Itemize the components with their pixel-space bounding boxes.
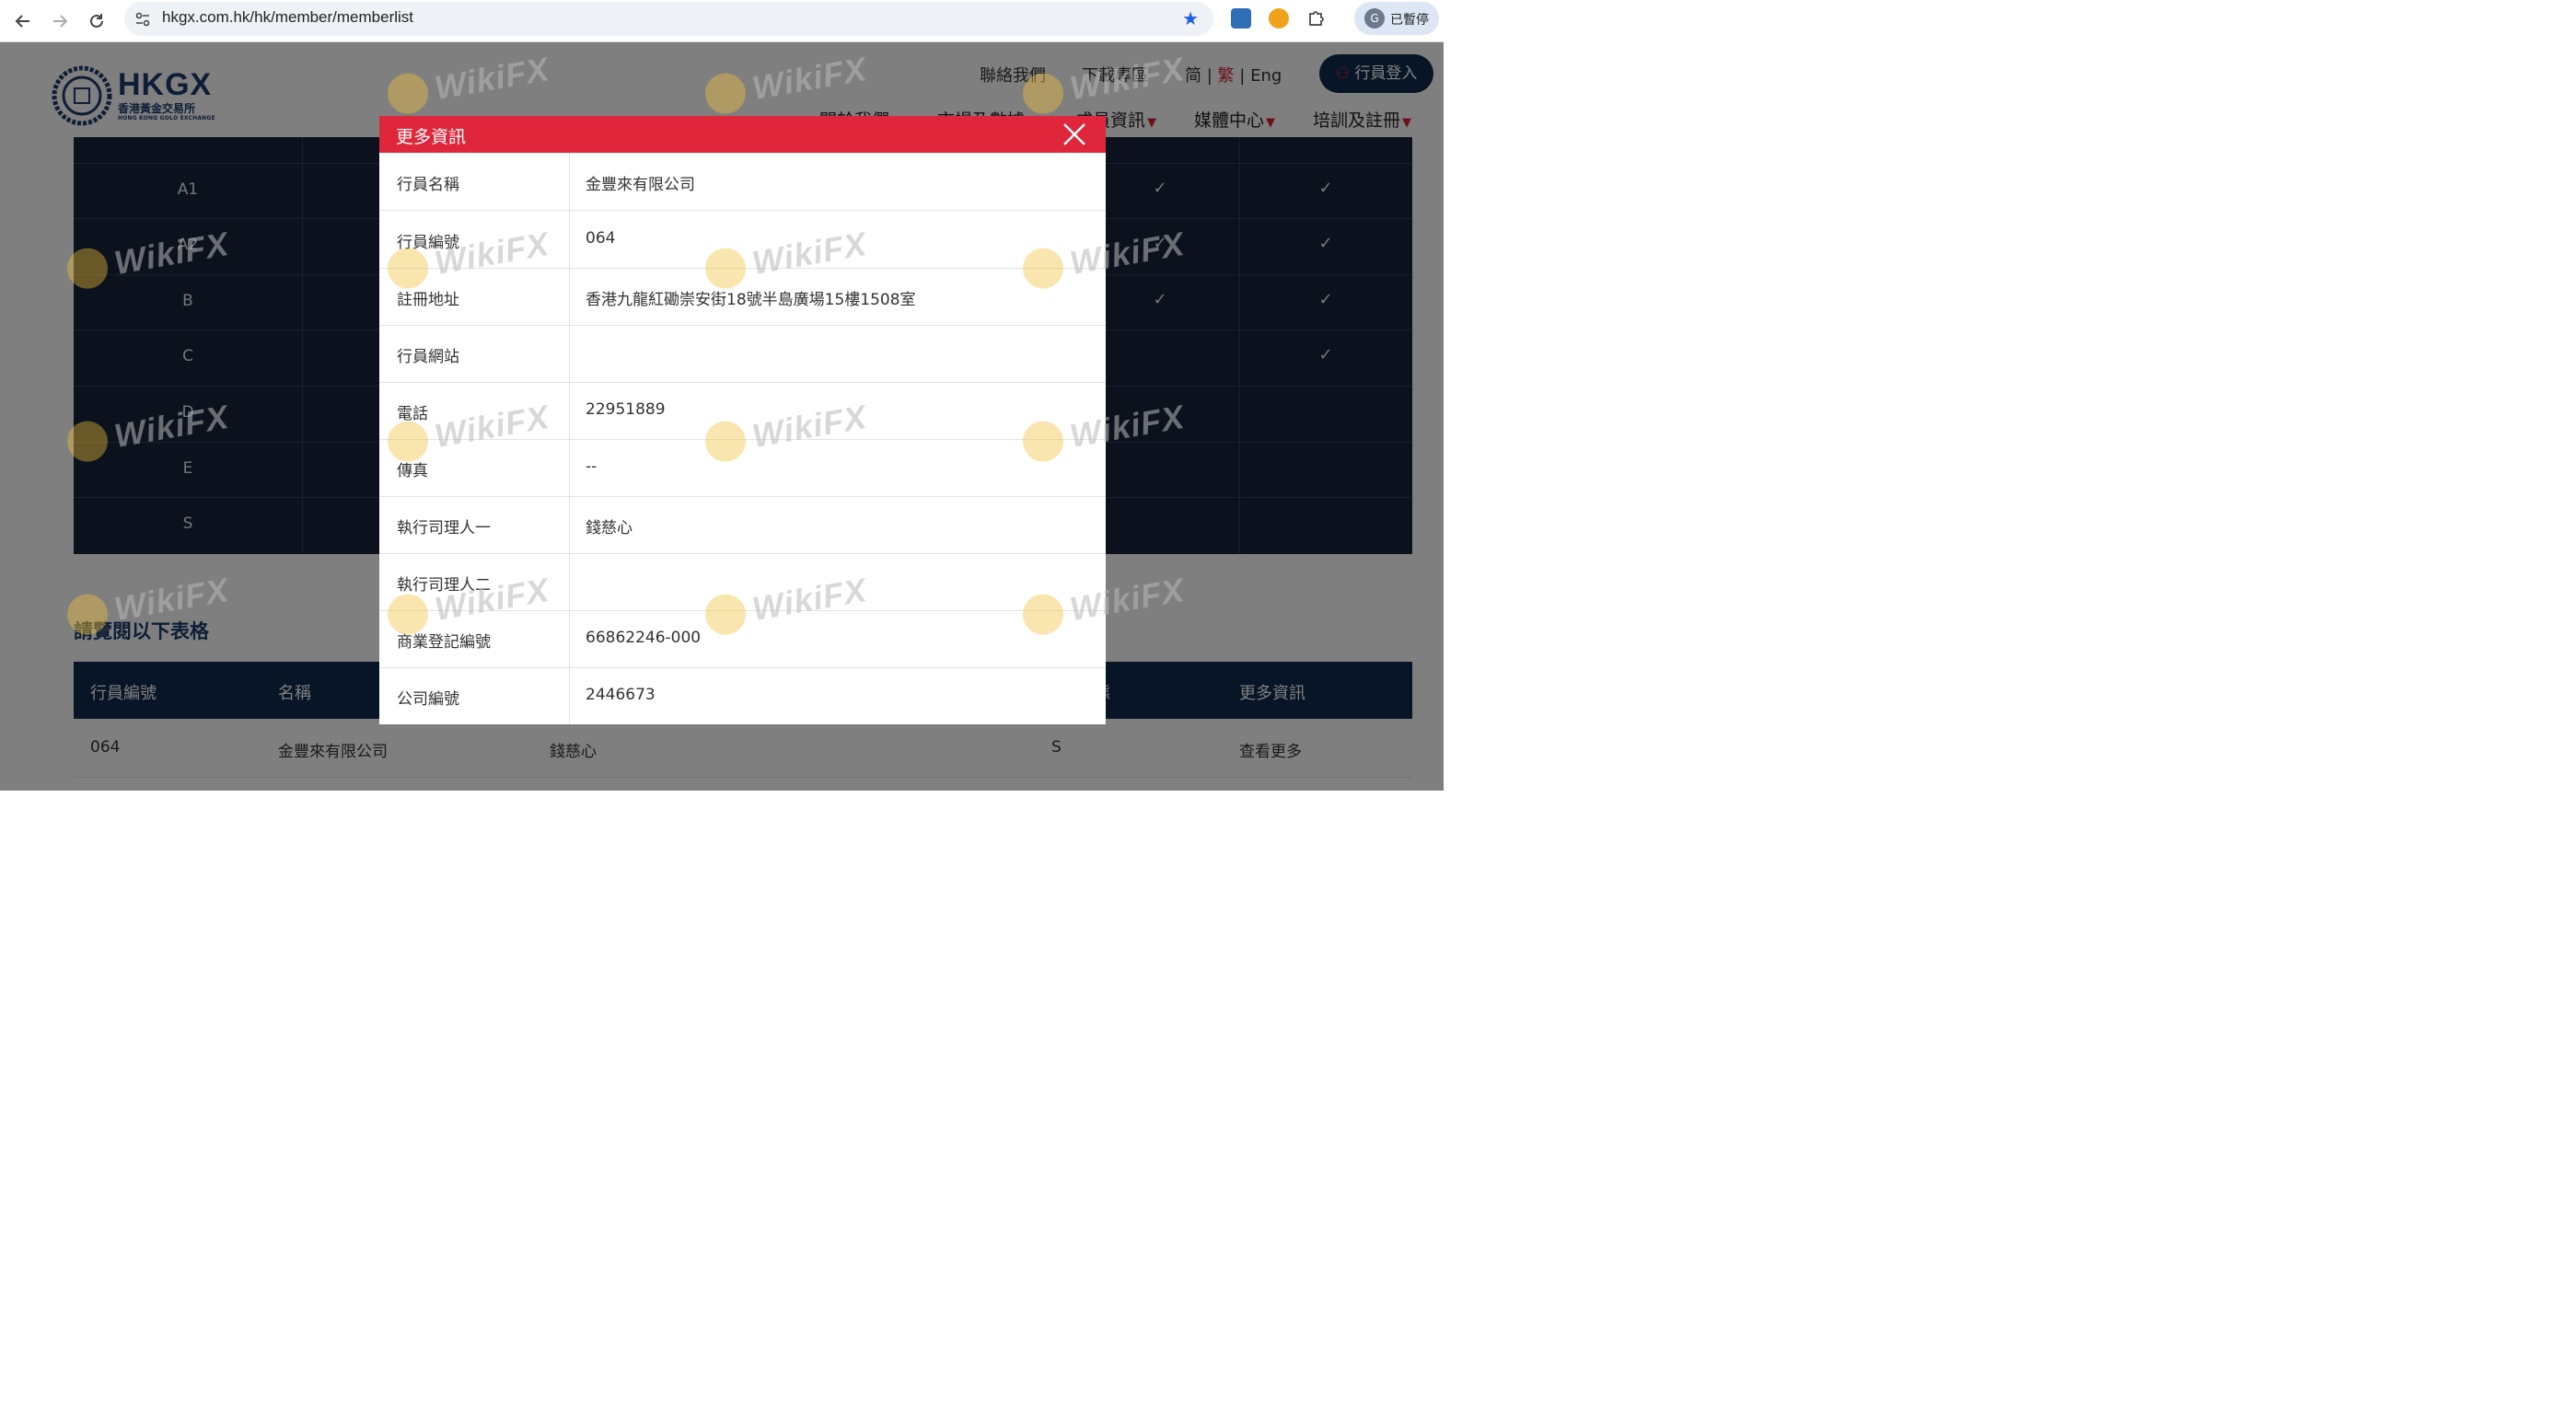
info-key-cell: 公司編號 — [379, 667, 570, 724]
reload-icon[interactable] — [83, 7, 110, 35]
info-key-cell: 商業登記編號 — [379, 610, 570, 667]
info-key: 執行司理人二 — [397, 576, 491, 595]
info-row: 商業登記編號 66862246-000 — [379, 610, 1106, 668]
info-key: 行員名稱 — [397, 176, 459, 194]
info-key-cell: 行員網站 — [379, 325, 570, 382]
url-text[interactable]: hkgx.com.hk/hk/member/memberlist — [162, 8, 413, 27]
info-row: 執行司理人一 錢慈心 — [379, 496, 1106, 554]
modal-header: 更多資訊 — [379, 116, 1106, 153]
info-key: 傳真 — [397, 462, 428, 480]
info-row: 註冊地址 香港九龍紅磡崇安街18號半島廣場15樓1508室 — [379, 268, 1106, 326]
modal-title: 更多資訊 — [396, 127, 467, 147]
info-value: 66862246-000 — [586, 629, 702, 647]
info-key-cell: 電話 — [379, 382, 570, 439]
info-key-cell: 行員名稱 — [379, 153, 570, 210]
info-value: 金豐來有限公司 — [586, 176, 695, 194]
info-key: 公司編號 — [397, 690, 459, 709]
info-key-cell: 執行司理人一 — [379, 496, 570, 553]
info-key: 商業登記編號 — [397, 633, 491, 652]
profile-button[interactable]: G 已暫停 — [1354, 2, 1439, 35]
profile-status: 已暫停 — [1390, 13, 1429, 28]
forward-icon[interactable] — [46, 7, 74, 35]
extension-wikifx-icon[interactable] — [1269, 8, 1289, 29]
info-key: 執行司理人一 — [397, 519, 491, 537]
back-icon[interactable] — [9, 7, 37, 35]
info-row: 行員網站 — [379, 325, 1106, 383]
member-info-modal: 更多資訊 行員名稱 金豐來有限公司 行員編號 064 註冊地址 香港九龍紅磡崇安… — [379, 116, 1106, 724]
page: HKGX 香港黃金交易所 HONG KONG GOLD EXCHANGE 聯絡我… — [0, 42, 1444, 791]
address-bar[interactable]: hkgx.com.hk/hk/member/memberlist ★ — [124, 2, 1213, 36]
info-key-cell: 傳真 — [379, 439, 570, 496]
info-key: 行員編號 — [397, 234, 459, 252]
info-value: 錢慈心 — [586, 519, 632, 537]
info-value: -- — [586, 457, 598, 476]
info-row: 傳真 -- — [379, 439, 1106, 497]
extension-s-icon[interactable] — [1231, 8, 1251, 29]
info-row: 行員編號 064 — [379, 211, 1106, 269]
info-value: 22951889 — [586, 400, 666, 419]
info-key-cell: 註冊地址 — [379, 268, 570, 325]
info-value: 2446673 — [586, 686, 656, 704]
info-row: 電話 22951889 — [379, 382, 1106, 440]
avatar: G — [1364, 8, 1385, 29]
info-value: 064 — [586, 229, 616, 248]
info-row: 公司編號 2446673 — [379, 667, 1106, 724]
info-key: 電話 — [397, 405, 428, 423]
info-key: 行員網站 — [397, 348, 459, 366]
browser-toolbar: hkgx.com.hk/hk/member/memberlist ★ G 已暫停 — [0, 0, 1444, 42]
info-key: 註冊地址 — [397, 291, 459, 309]
bookmark-star-icon[interactable]: ★ — [1182, 7, 1199, 29]
info-key-cell: 執行司理人二 — [379, 553, 570, 610]
info-value: 香港九龍紅磡崇安街18號半島廣場15樓1508室 — [586, 291, 916, 309]
info-key-cell: 行員編號 — [379, 211, 570, 268]
site-info-icon[interactable] — [133, 10, 152, 29]
info-row: 行員名稱 金豐來有限公司 — [379, 153, 1106, 211]
extensions-puzzle-icon[interactable] — [1305, 8, 1326, 29]
info-row: 執行司理人二 — [379, 553, 1106, 611]
close-icon[interactable] — [1062, 121, 1087, 147]
